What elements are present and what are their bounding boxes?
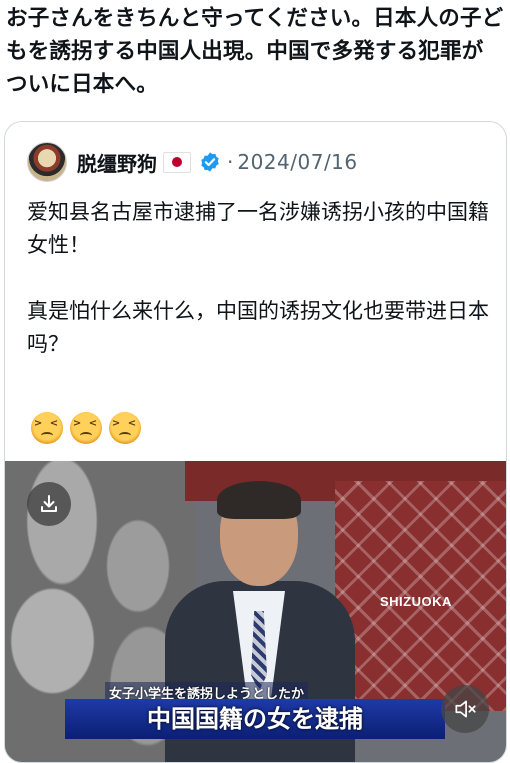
quoted-post-header: 脱缰野狗 · 2024/07/16 bbox=[27, 142, 358, 182]
mute-icon bbox=[455, 700, 476, 718]
download-button[interactable] bbox=[27, 482, 71, 526]
verified-badge-icon bbox=[201, 152, 219, 172]
post-text: お子さんをきちんと守ってください。日本人の子どもを誘拐する中国人出現。中国で多発… bbox=[6, 6, 504, 97]
author-name[interactable]: 脱缰野狗 bbox=[77, 148, 157, 177]
video-player[interactable]: SHIZUOKA 女子小学生を誘拐しようとしたか 中国国籍の女を逮捕 bbox=[5, 461, 506, 762]
separator-dot: · bbox=[227, 150, 234, 174]
post-date[interactable]: 2024/07/16 bbox=[237, 150, 357, 174]
emoji-row bbox=[31, 412, 141, 444]
mute-button[interactable] bbox=[441, 685, 489, 733]
confounded-face-icon bbox=[109, 412, 141, 444]
quoted-post-card[interactable]: 脱缰野狗 · 2024/07/16 爱知县名古屋市逮捕了一名涉嫌诱拐小孩的中国籍… bbox=[4, 121, 507, 763]
confounded-face-icon bbox=[31, 412, 63, 444]
news-anchor-hair bbox=[217, 481, 301, 519]
station-label: SHIZUOKA bbox=[380, 594, 452, 609]
download-icon bbox=[41, 495, 57, 512]
avatar[interactable] bbox=[27, 142, 67, 182]
video-caption-main: 中国国籍の女を逮捕 bbox=[65, 699, 445, 739]
japan-flag-icon bbox=[163, 151, 191, 173]
quoted-post-body: 爱知县名古屋市逮捕了一名涉嫌诱拐小孩的中国籍女性！ 真是怕什么来什么，中国的诱拐… bbox=[27, 200, 489, 356]
confounded-face-icon bbox=[70, 412, 102, 444]
